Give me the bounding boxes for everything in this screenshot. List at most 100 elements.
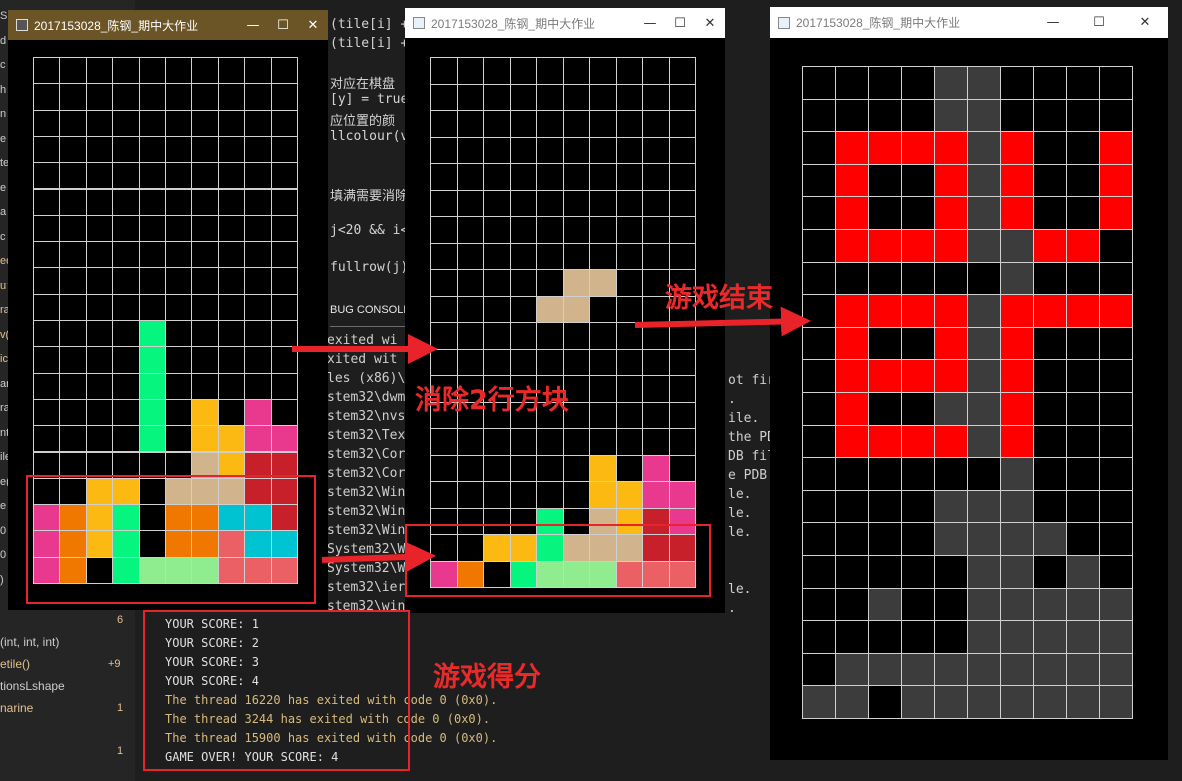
outline-item-count: 1 xyxy=(117,702,124,714)
board-cell xyxy=(1033,457,1067,491)
board-block xyxy=(934,652,968,687)
board-cell xyxy=(85,267,114,295)
board-cell xyxy=(509,322,537,350)
board-cell xyxy=(456,189,484,217)
board-cell xyxy=(562,428,590,456)
board-cell xyxy=(802,131,836,165)
board-block xyxy=(901,685,935,719)
window-title: 2017153028_陈钢_期中大作业 xyxy=(431,16,596,31)
close-icon[interactable]: ✕ xyxy=(298,18,328,33)
board-block xyxy=(967,587,1001,622)
outline-item[interactable]: narine 1 xyxy=(0,699,135,721)
board-cell xyxy=(244,188,272,216)
board-cell xyxy=(217,293,246,321)
outline-item[interactable]: etile() +9 xyxy=(0,655,135,677)
minimize-icon[interactable]: — xyxy=(635,16,665,31)
board-block xyxy=(1000,294,1034,328)
board-cell xyxy=(868,522,902,556)
board-cell xyxy=(509,348,537,376)
outline-edge-glyph: e xyxy=(0,132,7,145)
board-cell xyxy=(270,320,298,348)
board-cell xyxy=(615,269,643,297)
board-cell xyxy=(483,216,511,244)
board-cell xyxy=(191,346,219,374)
board-cell xyxy=(138,83,166,111)
board-block xyxy=(934,196,968,230)
board-cell xyxy=(1099,261,1133,296)
board-cell xyxy=(165,346,193,374)
board-cell xyxy=(1066,98,1100,133)
minimize-icon[interactable]: — xyxy=(1030,15,1076,30)
board-cell xyxy=(270,135,298,164)
output-line-fragment: DB fil xyxy=(728,449,775,464)
board-cell xyxy=(33,425,61,453)
board-cell xyxy=(85,83,114,111)
board-cell xyxy=(1033,359,1067,393)
board-cell xyxy=(217,162,246,190)
board-cell xyxy=(138,109,166,137)
board-cell xyxy=(430,110,458,138)
close-icon[interactable]: ✕ xyxy=(1122,15,1168,30)
board-cell xyxy=(244,214,272,243)
board-cell xyxy=(668,83,696,111)
window-title-bar[interactable]: 2017153028_陈钢_期中大作业 — ☐ ✕ xyxy=(405,8,725,38)
board-cell xyxy=(589,216,617,244)
code-line: 对应在棋盘 xyxy=(330,77,396,93)
close-icon[interactable]: ✕ xyxy=(695,16,725,31)
game-window-3[interactable]: 2017153028_陈钢_期中大作业 — ☐ ✕ xyxy=(770,7,1168,760)
tab-debug-console[interactable]: BUG CONSOLE xyxy=(330,304,411,316)
board-cell xyxy=(217,398,246,427)
minimize-icon[interactable]: — xyxy=(238,18,268,33)
maximize-icon[interactable]: ☐ xyxy=(665,16,695,31)
board-cell xyxy=(562,163,590,191)
board-cell xyxy=(165,109,193,137)
board-cell xyxy=(868,261,902,296)
outline-item[interactable]: tionsLshape xyxy=(0,677,135,699)
board-block xyxy=(901,359,935,393)
board-cell xyxy=(112,57,140,85)
board-cell xyxy=(112,293,140,321)
board-cell xyxy=(59,109,87,137)
board-cell xyxy=(802,98,836,133)
board-cell xyxy=(901,98,935,133)
board-block xyxy=(562,295,590,323)
board-cell xyxy=(615,189,643,217)
board-cell xyxy=(217,135,246,164)
maximize-icon[interactable]: ☐ xyxy=(1076,15,1122,30)
output-line: les (x86)\ xyxy=(327,371,406,386)
board-block xyxy=(138,346,166,374)
output-line: stem32\Win xyxy=(327,485,406,500)
code-line: fullrow(j) xyxy=(330,259,409,275)
board-cell xyxy=(270,214,298,243)
board-cell xyxy=(615,57,643,85)
board-cell xyxy=(191,320,219,348)
board-cell xyxy=(270,162,298,190)
board-cell xyxy=(589,242,617,270)
board-cell xyxy=(802,359,836,393)
window-title-bar[interactable]: 2017153028_陈钢_期中大作业 — ☐ ✕ xyxy=(770,7,1168,38)
board-cell xyxy=(802,294,836,328)
board-cell xyxy=(1099,489,1133,524)
output-line: stem32\Cor xyxy=(327,447,406,462)
board-block xyxy=(835,229,869,263)
board-cell xyxy=(1099,66,1133,100)
board-cell xyxy=(868,66,902,100)
window-title-bar[interactable]: 2017153028_陈钢_期中大作业 — ☐ ✕ xyxy=(8,10,328,40)
code-line: (tile[i] + xyxy=(330,35,409,51)
board-cell xyxy=(668,242,696,270)
board-block xyxy=(1000,489,1034,524)
board-cell xyxy=(509,454,537,482)
outline-item[interactable]: (int, int, int) xyxy=(0,633,135,655)
board-cell xyxy=(562,481,590,509)
board-block xyxy=(1099,587,1133,622)
board-cell xyxy=(934,620,968,654)
board-cell xyxy=(244,267,272,295)
output-line: stem32\ier xyxy=(327,580,406,595)
board-cell xyxy=(536,216,564,244)
maximize-icon[interactable]: ☐ xyxy=(268,18,298,33)
board-block xyxy=(589,454,617,482)
board-block xyxy=(244,398,272,427)
board-block xyxy=(1000,522,1034,556)
board-cell xyxy=(589,136,617,164)
board-block xyxy=(1066,229,1100,263)
